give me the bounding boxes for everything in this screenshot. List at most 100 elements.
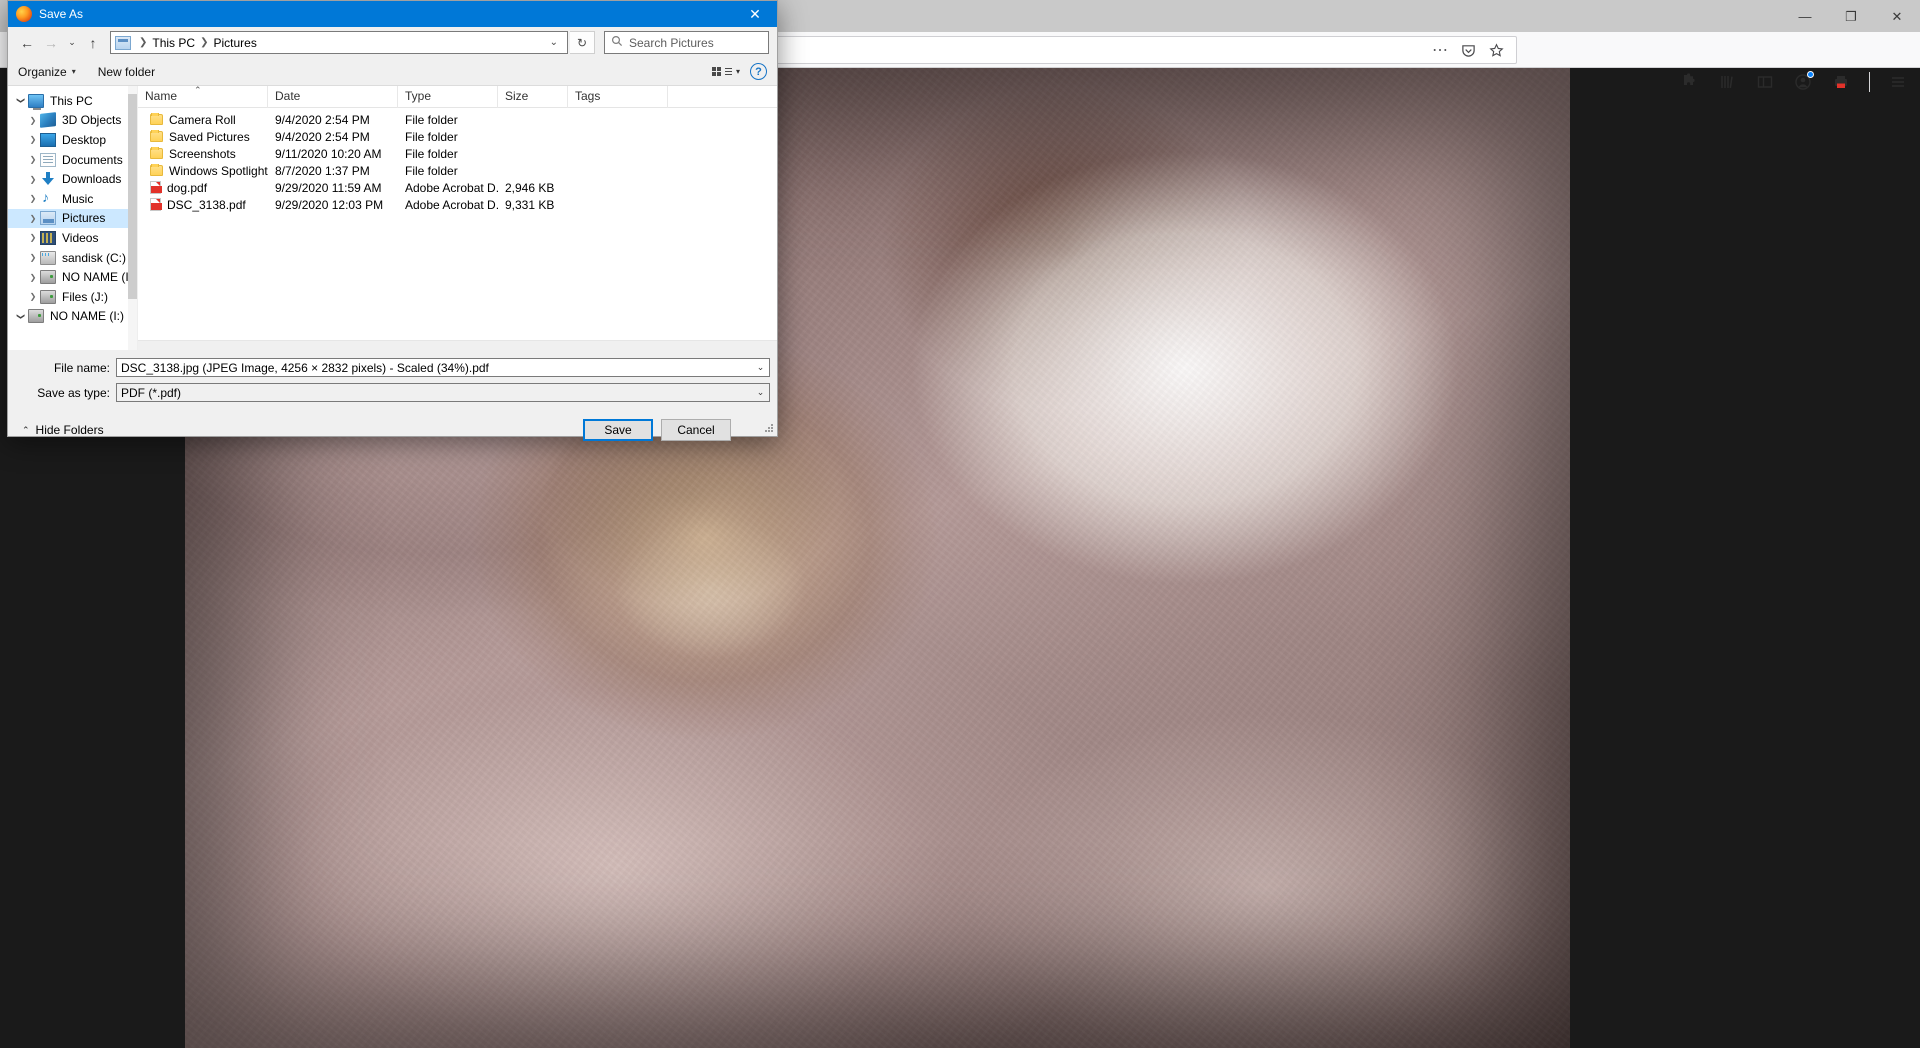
table-row[interactable]: Screenshots 9/11/2020 10:20 AM File folder [138, 145, 777, 162]
change-view-button[interactable]: ▾ [711, 67, 740, 76]
file-type-cell: File folder [405, 146, 458, 161]
column-header-type[interactable]: Type [398, 86, 498, 108]
hide-folders-button[interactable]: ⌃ Hide Folders [22, 423, 104, 437]
chevron-right-icon[interactable]: ❯ [26, 233, 40, 242]
file-date-cell: 9/4/2020 2:54 PM [275, 129, 370, 144]
page-actions-icon[interactable]: ⋯ [1426, 37, 1454, 63]
chevron-down-icon: ▾ [71, 67, 76, 76]
dialog-titlebar[interactable]: Save As ✕ [8, 1, 777, 27]
navigation-pane: ❯ This PC ❯ 3D Objects ❯ Desktop ❯ Documents ❯ Do… [8, 86, 138, 350]
library-icon[interactable] [1713, 68, 1741, 96]
sidebar-item-music[interactable]: ❯ Music [8, 189, 137, 209]
save-button[interactable]: Save [583, 419, 653, 441]
cancel-button[interactable]: Cancel [661, 419, 731, 441]
sidebar-item-pictures[interactable]: ❯ Pictures [8, 208, 137, 229]
table-row[interactable]: Windows Spotlight ... 8/7/2020 1:37 PM Fil… [138, 162, 777, 179]
file-date-cell: 9/11/2020 10:20 AM [275, 146, 382, 161]
file-name-row: File name: DSC_3138.jpg (JPEG Image, 425… [8, 357, 777, 378]
sidebar-item-documents[interactable]: ❯ Documents [8, 150, 137, 170]
sidebar-item-no-name-i[interactable]: ❯ NO NAME (I:) [8, 267, 137, 287]
breadcrumb-item-this-pc[interactable]: This PC [152, 36, 195, 50]
sidebar-scrollbar[interactable] [128, 86, 137, 350]
file-size-cell: 9,331 KB [505, 197, 555, 212]
sidebar-item-downloads[interactable]: ❯ Downloads [8, 169, 137, 189]
column-header-size[interactable]: Size [498, 86, 568, 108]
app-menu-icon[interactable] [1884, 68, 1912, 96]
sidebar-item-files-j[interactable]: ❯ Files (J:) [8, 287, 137, 307]
column-header-tags[interactable]: Tags [568, 86, 668, 108]
search-placeholder: Search Pictures [629, 35, 714, 50]
refresh-button[interactable]: ↻ [570, 31, 595, 54]
chevron-right-icon[interactable]: ❯ [26, 273, 40, 282]
up-button[interactable]: ↑ [82, 31, 104, 55]
help-button[interactable]: ? [750, 63, 767, 80]
restore-button[interactable]: ❐ [1828, 0, 1874, 32]
chevron-down-icon[interactable]: ❯ [17, 94, 26, 108]
save-as-type-select[interactable]: PDF (*.pdf) ⌄ [116, 383, 770, 402]
file-type-cell: File folder [405, 112, 458, 127]
breadcrumb-item-pictures[interactable]: Pictures [213, 36, 256, 50]
sidebar-item-label: Pictures [62, 211, 106, 226]
breadcrumb-dropdown-icon[interactable]: ⌄ [543, 37, 565, 48]
dialog-close-button[interactable]: ✕ [733, 1, 777, 27]
file-name-input[interactable]: DSC_3138.jpg (JPEG Image, 4256 × 2832 pi… [116, 358, 770, 377]
new-folder-button[interactable]: New folder [98, 65, 155, 79]
sidebar-item-sandisk-c[interactable]: ❯ sandisk (C:) [8, 248, 137, 268]
column-header-name[interactable]: Name [138, 86, 268, 108]
extensions-puzzle-icon[interactable] [1675, 68, 1703, 96]
organize-button[interactable]: Organize ▾ [18, 65, 76, 79]
close-button[interactable]: ✕ [1874, 0, 1920, 32]
print-pdf-icon[interactable] [1827, 68, 1855, 96]
sidebar-item-videos[interactable]: ❯ Videos [8, 228, 137, 248]
music-icon [40, 189, 56, 206]
table-row[interactable]: dog.pdf 9/29/2020 11:59 AM Adobe Acrobat D… [138, 179, 777, 196]
chevron-right-icon[interactable]: ❯ [26, 292, 40, 301]
search-input[interactable]: Search Pictures [604, 31, 769, 54]
toolbar-divider [1869, 72, 1870, 92]
sidebar-item-desktop[interactable]: ❯ Desktop [8, 130, 137, 150]
file-list-horizontal-scrollbar[interactable] [138, 340, 777, 350]
save-as-dialog: Save As ✕ ← → ⌄ ↑ ❯ This PC ❯ Pictures ⌄… [7, 0, 778, 441]
chevron-right-icon[interactable]: ❯ [26, 135, 40, 144]
minimize-button[interactable]: — [1782, 0, 1828, 32]
forward-button[interactable]: → [40, 31, 62, 55]
dialog-buttons: Save Cancel [583, 419, 767, 441]
pdf-icon [150, 181, 162, 194]
dialog-toolbar-right: ▾ ? [711, 63, 767, 80]
table-row[interactable]: Camera Roll 9/4/2020 2:54 PM File folder [138, 111, 777, 128]
chevron-right-icon[interactable]: ❯ [26, 155, 40, 164]
file-name-text: Camera Roll [169, 112, 236, 127]
sidebar-item-no-name-i[interactable]: ❯ NO NAME (I:) [8, 307, 137, 327]
file-date-cell: 8/7/2020 1:37 PM [275, 163, 370, 178]
pocket-icon[interactable] [1454, 37, 1482, 63]
back-button[interactable]: ← [16, 31, 38, 55]
view-grid-icon [711, 67, 721, 76]
resize-grip[interactable] [764, 423, 774, 433]
bookmark-star-icon[interactable] [1482, 37, 1510, 63]
table-row[interactable]: DSC_3138.pdf 9/29/2020 12:03 PM Adobe Acro… [138, 196, 777, 213]
chevron-right-icon[interactable]: ❯ [26, 116, 40, 125]
account-icon[interactable] [1789, 68, 1817, 96]
chevron-right-icon[interactable]: ❯ [26, 194, 40, 203]
chevron-right-icon[interactable]: ❯ [26, 253, 40, 262]
chevron-down-icon[interactable]: ⌄ [752, 387, 769, 398]
chevron-down-icon[interactable]: ❯ [17, 309, 26, 323]
column-header-date[interactable]: Date [268, 86, 398, 108]
table-row[interactable]: Saved Pictures 9/4/2020 2:54 PM File folde… [138, 128, 777, 145]
chevron-down-icon[interactable]: ⌄ [752, 362, 769, 373]
sidebar-icon[interactable] [1751, 68, 1779, 96]
documents-icon [40, 152, 56, 167]
sidebar-item-3d-objects[interactable]: ❯ 3D Objects [8, 111, 137, 131]
file-name-value: DSC_3138.jpg (JPEG Image, 4256 × 2832 pi… [121, 360, 489, 375]
chevron-right-icon[interactable]: ❯ [26, 175, 40, 184]
this-pc-icon [28, 93, 44, 110]
recent-locations-button[interactable]: ⌄ [64, 31, 80, 55]
sidebar-scrollbar-thumb[interactable] [128, 94, 137, 299]
sidebar-item-label: Files (J:) [62, 289, 108, 304]
breadcrumb-bar[interactable]: ❯ This PC ❯ Pictures ⌄ [110, 31, 568, 54]
sidebar-item-this-pc[interactable]: ❯ This PC [8, 91, 137, 111]
file-list-pane: Name ⌃ Date Type Size Tags Camera Roll 9/4/202… [138, 85, 777, 350]
sidebar-item-label: Music [62, 191, 94, 206]
chevron-down-icon: ▾ [735, 67, 740, 76]
chevron-right-icon[interactable]: ❯ [26, 214, 40, 223]
